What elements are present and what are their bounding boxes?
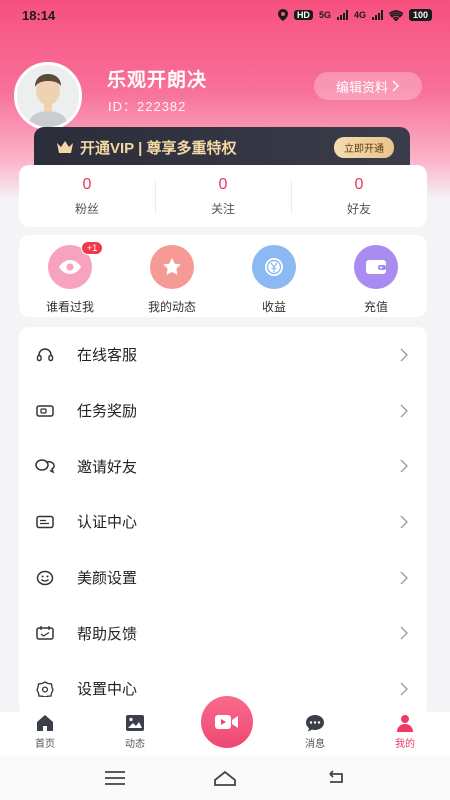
menu-label: 认证中心 bbox=[77, 514, 138, 532]
user-id: ID：222382 bbox=[108, 99, 187, 114]
stat-following[interactable]: 0 关注 bbox=[155, 176, 291, 217]
edit-profile-label: 编辑资料 bbox=[335, 79, 388, 95]
ticket-icon bbox=[35, 401, 55, 421]
user-name: 乐观开朗决 bbox=[107, 70, 208, 91]
tab-label: 消息 bbox=[305, 739, 325, 750]
chevron-right-icon bbox=[400, 571, 408, 585]
stat-label: 好友 bbox=[346, 201, 371, 216]
video-camera-icon bbox=[201, 696, 253, 748]
quick-actions-card: +1 谁看过我 我的动态 收益 充值 bbox=[19, 235, 427, 317]
wallet-icon bbox=[354, 245, 398, 289]
stat-label: 粉丝 bbox=[74, 201, 99, 216]
quick-who-viewed-me[interactable]: +1 谁看过我 bbox=[19, 241, 121, 315]
menu-icon[interactable] bbox=[104, 771, 126, 785]
smile-icon bbox=[35, 568, 55, 588]
stat-value: 0 bbox=[82, 175, 92, 193]
settings-icon bbox=[35, 679, 55, 699]
menu-item-verification-center[interactable]: 认证中心 bbox=[35, 494, 411, 550]
battery-icon: 100 bbox=[408, 9, 432, 21]
tab-mine[interactable]: 我的 bbox=[370, 713, 440, 750]
chevron-right-icon bbox=[400, 348, 408, 362]
signal-icon bbox=[336, 10, 348, 20]
signal-icon-2 bbox=[371, 10, 383, 20]
network-5g: 5G bbox=[318, 10, 331, 20]
home-nav-icon[interactable] bbox=[213, 770, 237, 786]
stats-card: 0 粉丝 0 关注 0 好友 bbox=[19, 165, 427, 227]
tab-home[interactable]: 首页 bbox=[10, 713, 80, 750]
menu-label: 美颜设置 bbox=[77, 570, 138, 588]
tab-messages[interactable]: 消息 bbox=[280, 713, 350, 750]
menu-item-task-rewards[interactable]: 任务奖励 bbox=[35, 383, 411, 439]
chat-bubbles-icon bbox=[35, 456, 55, 476]
menu-label: 在线客服 bbox=[77, 347, 138, 365]
person-icon bbox=[397, 715, 413, 732]
quick-recharge[interactable]: 充值 bbox=[325, 245, 427, 315]
tab-label: 首页 bbox=[35, 739, 55, 750]
stat-value: 0 bbox=[354, 175, 364, 193]
system-navigation-bar bbox=[0, 756, 450, 800]
quick-label: 我的动态 bbox=[147, 300, 196, 314]
menu-label: 邀请好友 bbox=[77, 458, 138, 476]
vip-text: 开通VIP | 尊享多重特权 bbox=[80, 139, 237, 157]
chevron-right-icon bbox=[400, 515, 408, 529]
tab-moments[interactable]: 动态 bbox=[100, 713, 170, 750]
coin-icon bbox=[252, 245, 296, 289]
stat-value: 0 bbox=[218, 175, 228, 193]
tab-label: 我的 bbox=[395, 739, 415, 750]
status-icons: HD 5G 4G 100 bbox=[277, 9, 432, 21]
hd-indicator: HD bbox=[293, 10, 313, 20]
stat-fans[interactable]: 0 粉丝 bbox=[19, 176, 155, 217]
menu-item-customer-service[interactable]: 在线客服 bbox=[35, 327, 411, 383]
menu-item-invite-friends[interactable]: 邀请好友 bbox=[35, 438, 411, 494]
quick-label: 谁看过我 bbox=[45, 300, 94, 314]
tab-label: 动态 bbox=[125, 739, 145, 750]
chevron-right-icon bbox=[400, 682, 408, 696]
message-icon bbox=[306, 715, 324, 732]
stat-label: 关注 bbox=[210, 201, 235, 216]
status-time: 18:14 bbox=[22, 7, 56, 23]
back-icon[interactable] bbox=[324, 770, 346, 786]
home-icon bbox=[37, 715, 53, 731]
star-icon bbox=[150, 245, 194, 289]
network-4g: 4G bbox=[353, 10, 366, 20]
menu-label: 帮助反馈 bbox=[77, 625, 138, 643]
avatar-portrait-icon bbox=[17, 65, 79, 127]
feedback-icon bbox=[35, 623, 55, 643]
chevron-right-icon bbox=[400, 404, 408, 417]
chevron-right-icon bbox=[400, 459, 408, 473]
video-call-button[interactable] bbox=[198, 693, 256, 751]
settings-menu: 在线客服 任务奖励 邀请好友 认证中心 美颜设置 帮助反馈 设置中心 bbox=[19, 327, 427, 717]
vip-banner[interactable]: 开通VIP | 尊享多重特权 立即开通 bbox=[34, 127, 410, 167]
crown-icon bbox=[57, 141, 73, 153]
chevron-right-icon bbox=[392, 80, 399, 92]
location-icon bbox=[277, 9, 288, 21]
quick-label: 收益 bbox=[261, 300, 286, 314]
menu-item-help-feedback[interactable]: 帮助反馈 bbox=[35, 605, 411, 661]
status-bar: 18:14 HD 5G 4G 100 bbox=[0, 0, 450, 30]
wifi-icon bbox=[388, 9, 403, 21]
image-icon bbox=[126, 715, 144, 731]
menu-item-beauty-settings[interactable]: 美颜设置 bbox=[35, 550, 411, 606]
chevron-right-icon bbox=[400, 626, 408, 640]
quick-earnings[interactable]: 收益 bbox=[223, 245, 325, 315]
new-views-badge: +1 bbox=[81, 241, 104, 255]
edit-profile-button[interactable]: 编辑资料 bbox=[314, 72, 422, 100]
headset-icon bbox=[35, 345, 55, 365]
quick-label: 充值 bbox=[363, 300, 388, 314]
id-card-icon bbox=[35, 512, 55, 532]
stat-friends[interactable]: 0 好友 bbox=[291, 176, 427, 217]
menu-label: 设置中心 bbox=[77, 681, 138, 699]
quick-my-moments[interactable]: 我的动态 bbox=[121, 245, 223, 315]
avatar[interactable] bbox=[14, 62, 82, 130]
menu-label: 任务奖励 bbox=[77, 403, 138, 421]
vip-open-button[interactable]: 立即开通 bbox=[334, 136, 394, 158]
